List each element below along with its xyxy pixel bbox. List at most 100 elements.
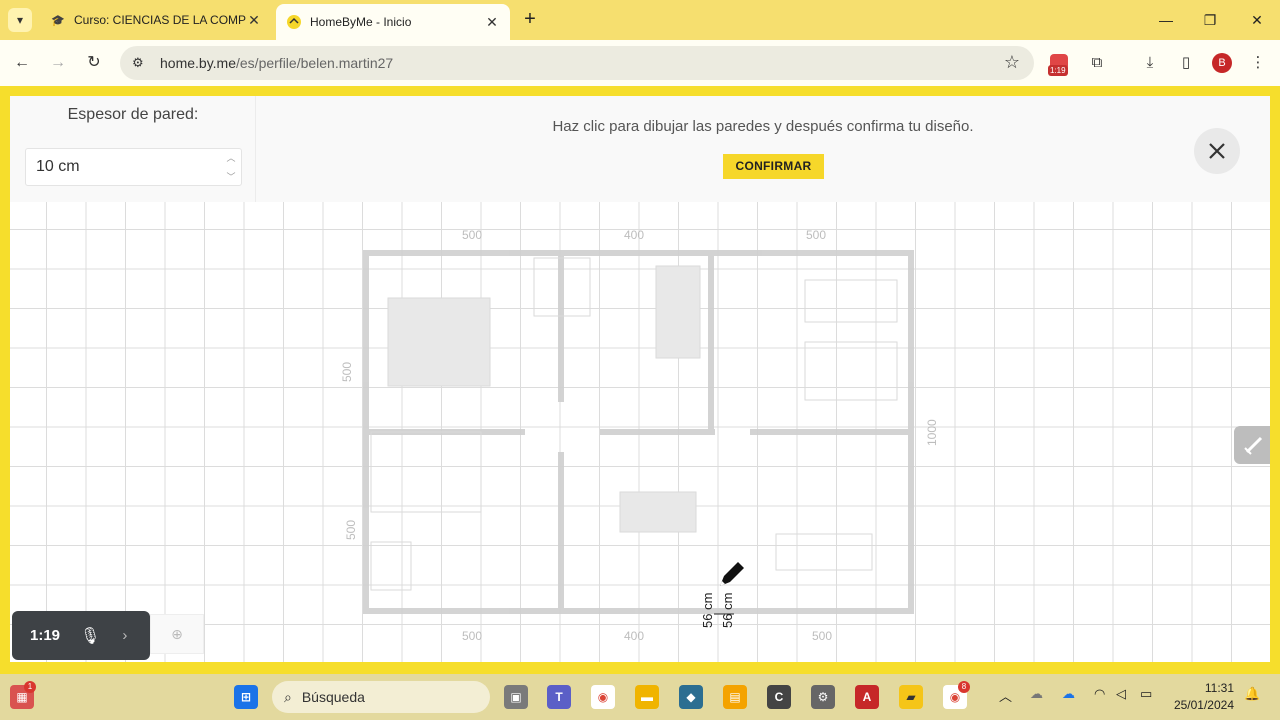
site-settings-icon[interactable]: ⚙ — [132, 55, 150, 71]
windows-taskbar: ▦ 1 ⊞ ⌕ Búsqueda ▣ T ◉ ▬ ◆ ▤ C ⚙ A ▰ ◉ 8… — [0, 674, 1280, 720]
widgets-badge: 1 — [24, 681, 36, 693]
tab-search-dropdown-icon[interactable]: ▾ — [8, 8, 32, 32]
wall-thickness-panel: Espesor de pared: 10 cm ︿ ﹀ — [10, 96, 256, 202]
single-bed-shape — [655, 265, 701, 359]
restore-icon[interactable]: ❐ — [1198, 8, 1222, 32]
url-host: home.by.me — [160, 55, 236, 71]
wifi-icon[interactable]: ◠ — [1094, 686, 1105, 702]
sofa-shape-2 — [775, 533, 873, 571]
taskbar-clock[interactable]: 11:31 25/01/2024 — [1168, 680, 1234, 714]
dim-left-1: 500 — [340, 362, 354, 382]
tab-curso[interactable]: 🎓 Curso: CIENCIAS DE LA COMPU ✕ — [40, 4, 272, 36]
battery-icon[interactable]: ▭ — [1140, 686, 1152, 702]
volume-icon[interactable]: ◁ — [1116, 686, 1126, 702]
settings-gear-icon[interactable]: ⚙ — [811, 685, 835, 709]
url-text: home.by.me/es/perfile/belen.martin27 — [160, 55, 393, 71]
measure-label-a: 56 cm — [700, 593, 715, 628]
dining-table-shape — [619, 491, 697, 533]
drawing-canvas[interactable]: 500 400 500 500 400 500 500 500 1000 56 … — [10, 202, 1270, 662]
tab-title: Curso: CIENCIAS DE LA COMPU — [74, 13, 246, 27]
measure-label-b: 56 cm — [720, 593, 735, 628]
close-window-icon[interactable]: ✕ — [1245, 8, 1269, 32]
onedrive-icon[interactable]: ☁ — [1062, 686, 1075, 702]
wall-editor-page: Espesor de pared: 10 cm ︿ ﹀ Haz clic par… — [10, 96, 1270, 662]
recorder-time: 1:19 — [30, 627, 61, 644]
close-tab-icon[interactable]: ✕ — [484, 14, 500, 31]
reload-icon[interactable]: ↻ — [82, 51, 106, 75]
mic-muted-icon[interactable]: 🎙 — [80, 626, 100, 646]
close-tab-icon[interactable]: ✕ — [246, 12, 262, 29]
graduation-cap-icon: 🎓 — [51, 14, 65, 27]
browser-tab-strip: ▾ 🎓 Curso: CIENCIAS DE LA COMPU ✕ HomeBy… — [0, 0, 1280, 40]
floorplan-background: 500 400 500 500 400 500 500 500 1000 56 … — [340, 228, 939, 643]
confirm-button[interactable]: CONFIRMAR — [723, 154, 824, 179]
dim-bottom-2: 400 — [624, 629, 644, 643]
sketchup-icon[interactable]: ◆ — [679, 685, 703, 709]
address-bar[interactable]: ⚙ home.by.me/es/perfile/belen.martin27 ☆ — [120, 46, 1034, 80]
dim-left-2: 500 — [344, 520, 358, 540]
tab-title: HomeByMe - Inicio — [310, 15, 412, 29]
pencil-cursor-icon — [720, 562, 744, 586]
more-menu-icon[interactable]: ⋮ — [1246, 51, 1270, 75]
dim-right-1: 1000 — [925, 419, 939, 446]
editor-top-panel: Espesor de pared: 10 cm ︿ ﹀ Haz clic par… — [10, 96, 1270, 202]
minimize-icon[interactable]: — — [1154, 8, 1178, 32]
dim-bottom-3: 500 — [812, 629, 832, 643]
new-tab-button[interactable]: + — [518, 8, 542, 32]
show-hidden-icons-chevron-icon[interactable]: ︿ — [999, 686, 1012, 705]
chrome-badge: 8 — [958, 681, 970, 693]
chevron-right-icon[interactable]: › — [122, 627, 127, 644]
dim-top-3: 500 — [806, 228, 826, 242]
cloud-icon[interactable]: ☁ — [1030, 686, 1043, 702]
chrome-icon[interactable]: ◉ — [591, 685, 615, 709]
url-path: /es/perfile/belen.martin27 — [236, 55, 394, 71]
bed-shape-2 — [804, 341, 898, 401]
acrobat-icon[interactable]: A — [855, 685, 879, 709]
profile-avatar[interactable]: B — [1212, 53, 1232, 73]
search-icon: ⌕ — [284, 688, 292, 705]
close-editor-button[interactable] — [1194, 128, 1240, 174]
ccleaner-icon[interactable]: C — [767, 685, 791, 709]
draw-walls-instruction: Haz clic para dibujar las paredes y desp… — [552, 118, 974, 135]
sticky-notes-icon[interactable]: ▰ — [899, 685, 923, 709]
chevron-up-icon[interactable]: ︿ — [226, 151, 235, 164]
taskbar-search[interactable]: ⌕ Búsqueda — [272, 681, 490, 713]
bathroom-shape — [370, 431, 482, 513]
dim-bottom-1: 500 — [462, 629, 482, 643]
wall-thickness-label: Espesor de pared: — [67, 106, 199, 123]
side-panel-icon[interactable]: ▯ — [1174, 51, 1198, 75]
stove-shape — [370, 541, 412, 591]
task-view-icon[interactable]: ▣ — [504, 685, 528, 709]
chevron-down-icon[interactable]: ﹀ — [226, 170, 235, 183]
notifications-bell-icon[interactable]: 🔔 — [1244, 686, 1260, 702]
dim-top-2: 400 — [624, 228, 644, 242]
extensions-puzzle-icon[interactable]: ⧉ — [1085, 51, 1109, 75]
wall-thickness-value: 10 cm — [36, 158, 80, 175]
screen-recorder-widget[interactable]: 1:19 🎙 › — [12, 611, 150, 660]
close-icon — [1209, 143, 1225, 159]
tab-homebyme[interactable]: HomeByMe - Inicio ✕ — [276, 4, 510, 40]
dim-top-1: 500 — [462, 228, 482, 242]
search-placeholder: Búsqueda — [301, 689, 365, 705]
back-arrow-icon[interactable]: ← — [10, 51, 34, 75]
clock-date: 25/01/2024 — [1173, 698, 1234, 712]
sofa-shape — [804, 279, 898, 323]
homebyme-icon — [286, 14, 302, 30]
bookmark-star-icon[interactable]: ☆ — [1004, 52, 1020, 73]
thickness-stepper[interactable]: ︿ ﹀ — [225, 151, 237, 183]
app-icon[interactable]: ▤ — [723, 685, 747, 709]
download-icon[interactable]: ⤓ — [1138, 51, 1162, 75]
timer-badge: 1:19 — [1048, 65, 1068, 76]
wall-tool-icon — [1244, 436, 1263, 455]
forward-arrow-icon[interactable]: → — [46, 51, 70, 75]
wall-thickness-input[interactable]: 10 cm ︿ ﹀ — [25, 148, 242, 186]
page-viewport: Espesor de pared: 10 cm ︿ ﹀ Haz clic par… — [0, 86, 1280, 674]
clock-time: 11:31 — [1204, 681, 1234, 695]
side-tool-button[interactable] — [1234, 426, 1270, 464]
teams-icon[interactable]: T — [547, 685, 571, 709]
file-explorer-icon[interactable]: ▬ — [635, 685, 659, 709]
timer-extension-icon[interactable]: 1:19 — [1047, 54, 1073, 78]
start-windows-icon[interactable]: ⊞ — [234, 685, 258, 709]
bed-shape — [387, 297, 491, 387]
zoom-icon[interactable]: ⊕ — [150, 614, 204, 654]
